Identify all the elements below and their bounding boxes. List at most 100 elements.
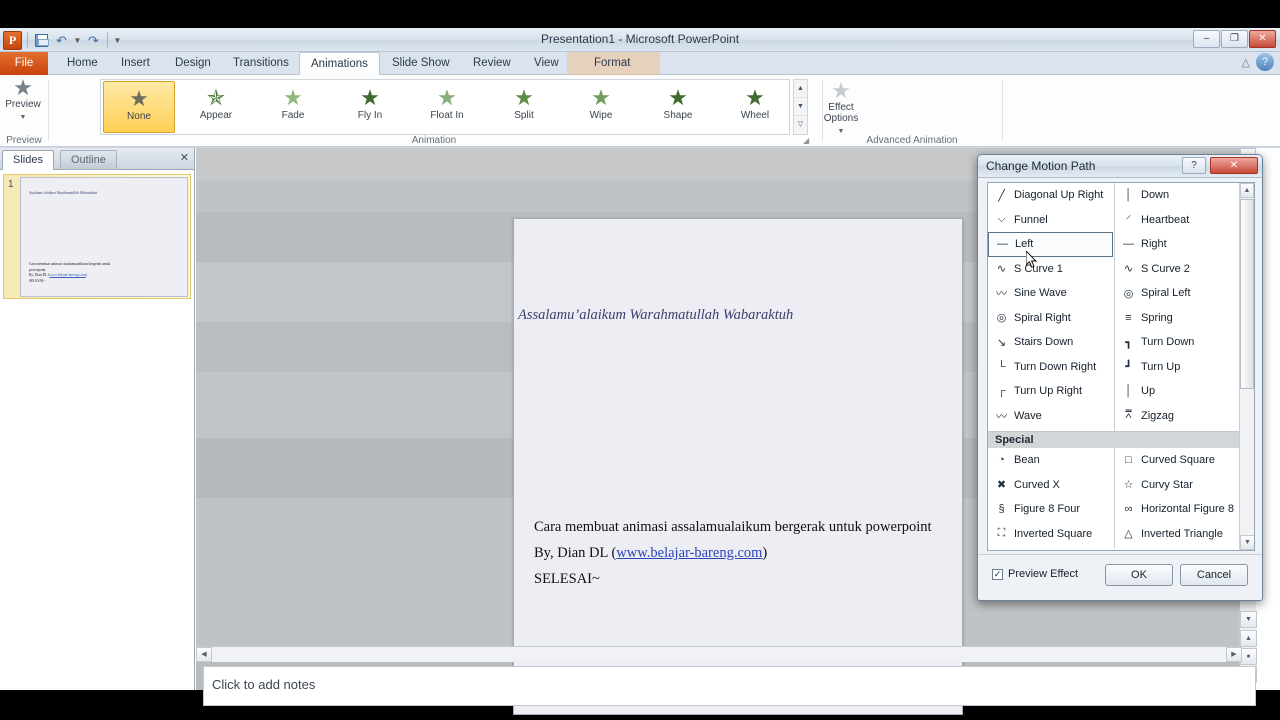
- animation-item-wheel[interactable]: ★ Wheel: [719, 81, 791, 133]
- gallery-scroll-up-icon[interactable]: ▲: [794, 80, 807, 98]
- animation-item-fade[interactable]: ★ Fade: [257, 81, 329, 133]
- tab-format[interactable]: Format: [583, 52, 641, 75]
- tab-insert[interactable]: Insert: [110, 52, 161, 75]
- s-curve-2-path-icon: ∿: [1123, 263, 1134, 276]
- scroll-left-icon[interactable]: ◀: [196, 647, 212, 662]
- ribbon-group-label: Advanced Animation: [866, 135, 958, 146]
- path-item-turn-up[interactable]: ┛ Turn Up: [1115, 355, 1240, 380]
- tab-home[interactable]: Home: [56, 52, 109, 75]
- cancel-button[interactable]: Cancel: [1180, 564, 1248, 586]
- path-item-up[interactable]: │ Up: [1115, 379, 1240, 404]
- scroll-up-icon[interactable]: ▲: [1240, 183, 1254, 198]
- scroll-down-icon[interactable]: ▼: [1240, 611, 1257, 628]
- close-button[interactable]: ✕: [1249, 30, 1276, 48]
- path-item-turn-up-right[interactable]: ┌ Turn Up Right: [988, 379, 1113, 404]
- animation-item-wipe[interactable]: ★ Wipe: [565, 81, 637, 133]
- close-pane-icon[interactable]: ✕: [180, 151, 189, 164]
- tab-design[interactable]: Design: [164, 52, 222, 75]
- previous-slide-icon[interactable]: ▲: [1240, 630, 1257, 647]
- path-item-horizontal-figure-8[interactable]: ∞ Horizontal Figure 8: [1115, 497, 1240, 522]
- animation-item-label: Fade: [281, 110, 305, 121]
- path-item-heartbeat[interactable]: ⸍ Heartbeat: [1115, 208, 1240, 233]
- path-item-figure-8-four[interactable]: § Figure 8 Four: [988, 497, 1113, 522]
- animation-item-none[interactable]: ★ None: [103, 81, 175, 133]
- tab-slide-show[interactable]: Slide Show: [381, 52, 461, 75]
- tab-file[interactable]: File: [0, 52, 48, 75]
- slide-editor[interactable]: Assalamu’alaikum Warahmatullah Wabaraktu…: [513, 218, 963, 715]
- tab-review[interactable]: Review: [462, 52, 522, 75]
- path-item-wave[interactable]: 〰 Wave: [988, 404, 1113, 429]
- chevron-down-icon[interactable]: ▼: [20, 114, 27, 121]
- wave-path-icon: 〰: [996, 410, 1007, 423]
- path-item-spiral-left[interactable]: ◎ Spiral Left: [1115, 281, 1240, 306]
- tab-slides[interactable]: Slides: [2, 150, 54, 170]
- dialog-title-bar[interactable]: Change Motion Path ? ✕: [978, 155, 1262, 178]
- slide-body-link[interactable]: www.belajar-bareng.com: [616, 545, 762, 561]
- animation-item-shape[interactable]: ★ Shape: [642, 81, 714, 133]
- path-item-spring[interactable]: ≡ Spring: [1115, 306, 1240, 331]
- path-item-turn-down[interactable]: ┓ Turn Down: [1115, 330, 1240, 355]
- dialog-close-button[interactable]: ✕: [1210, 157, 1258, 174]
- scrollbar-thumb[interactable]: [1240, 199, 1254, 389]
- path-item-s-curve-2[interactable]: ∿ S Curve 2: [1115, 257, 1240, 282]
- scroll-right-icon[interactable]: ▶: [1226, 647, 1242, 662]
- path-item-zigzag[interactable]: ⩞ Zigzag: [1115, 404, 1240, 429]
- canvas-horizontal-scrollbar[interactable]: ◀ ▶: [196, 646, 1242, 662]
- path-item-curved-x[interactable]: ✖ Curved X: [988, 473, 1113, 498]
- preview-button[interactable]: ★ Preview ▼: [2, 77, 44, 135]
- tab-outline[interactable]: Outline: [60, 150, 117, 170]
- slide-body-line: By, Dian DL (: [534, 545, 617, 561]
- path-item-s-curve-1[interactable]: ∿ S Curve 1: [988, 257, 1113, 282]
- gallery-more-icon[interactable]: ▽: [794, 116, 807, 134]
- down-path-icon: │: [1125, 189, 1132, 202]
- animation-item-label: Wipe: [589, 110, 613, 121]
- slide-thumbnail-list[interactable]: 1 Assalamu’alaikum Warahmatullah Wabarak…: [0, 170, 194, 690]
- thumbnail-link[interactable]: www.belajar-bareng.com: [49, 273, 85, 277]
- thumbnail-title: Assalamu’alaikum Warahmatullah Wabaraktu…: [29, 191, 98, 195]
- tab-transitions[interactable]: Transitions: [222, 52, 300, 75]
- motion-path-list[interactable]: ╱ Diagonal Up Right │ Down ⌵ Funnel ⸍ Heartb…: [987, 182, 1255, 551]
- notes-pane[interactable]: Click to add notes: [203, 666, 1256, 706]
- help-icon[interactable]: ?: [1256, 53, 1274, 71]
- path-item-turn-down-right[interactable]: └ Turn Down Right: [988, 355, 1113, 380]
- path-item-inverted-triangle[interactable]: △ Inverted Triangle: [1115, 522, 1240, 547]
- restore-button[interactable]: ❐: [1221, 30, 1248, 48]
- figure-8-four-path-icon: §: [998, 503, 1005, 516]
- dialog-help-button[interactable]: ?: [1182, 157, 1206, 174]
- preview-effect-checkbox[interactable]: ✓ Preview Effect: [992, 568, 1078, 580]
- animation-item-fly-in[interactable]: ★ Fly In: [334, 81, 406, 133]
- path-item-funnel[interactable]: ⌵ Funnel: [988, 208, 1113, 233]
- path-item-inverted-square[interactable]: ⛶ Inverted Square: [988, 522, 1113, 547]
- tab-view[interactable]: View: [523, 52, 570, 75]
- collapse-ribbon-icon[interactable]: △: [1242, 56, 1250, 69]
- animation-item-label: Split: [514, 110, 534, 121]
- path-item-bean[interactable]: ◔ Bean: [988, 448, 1113, 473]
- path-item-sine-wave[interactable]: 〰 Sine Wave: [988, 281, 1113, 306]
- slide-thumbnail-1[interactable]: 1 Assalamu’alaikum Warahmatullah Wabarak…: [3, 174, 191, 299]
- slide-select-icon[interactable]: ●: [1240, 648, 1257, 665]
- path-item-diagonal-up-right[interactable]: ╱ Diagonal Up Right: [988, 183, 1113, 208]
- path-item-right[interactable]: — Right: [1115, 232, 1240, 257]
- special-paths-grid: ◔ Bean □ Curved Square ✖ Curved X ☆ Curvy St…: [988, 448, 1240, 548]
- animation-item-float-in[interactable]: ★ Float In: [411, 81, 483, 133]
- tab-animations[interactable]: Animations: [299, 52, 380, 75]
- animation-item-label: Appear: [199, 110, 233, 121]
- animation-item-appear[interactable]: ✯ Appear: [180, 81, 252, 133]
- path-item-left[interactable]: — Left: [988, 232, 1113, 257]
- gallery-scrollbar[interactable]: ▲ ▼ ▽: [793, 79, 808, 135]
- path-item-down[interactable]: │ Down: [1115, 183, 1240, 208]
- slide-title-textbox[interactable]: Assalamu’alaikum Warahmatullah Wabaraktu…: [518, 307, 958, 324]
- path-item-spiral-right[interactable]: ◎ Spiral Right: [988, 306, 1113, 331]
- path-item-stairs-down[interactable]: ↘ Stairs Down: [988, 330, 1113, 355]
- gallery-scroll-down-icon[interactable]: ▼: [794, 98, 807, 116]
- minimize-button[interactable]: –: [1193, 30, 1220, 48]
- path-item-curved-square[interactable]: □ Curved Square: [1115, 448, 1240, 473]
- path-item-curvy-star[interactable]: ☆ Curvy Star: [1115, 473, 1240, 498]
- ok-button[interactable]: OK: [1105, 564, 1173, 586]
- zigzag-path-icon: ⩞: [1125, 409, 1132, 422]
- animation-item-split[interactable]: ★ Split: [488, 81, 560, 133]
- slide-body-textbox[interactable]: Cara membuat animasi assalamualaikum ber…: [534, 514, 954, 592]
- dialog-scrollbar[interactable]: ▲ ▼: [1239, 183, 1254, 550]
- scroll-down-icon[interactable]: ▼: [1240, 535, 1254, 550]
- animation-gallery[interactable]: ★ None ✯ Appear ★ Fade ★ Fly In ★ Float …: [100, 79, 790, 135]
